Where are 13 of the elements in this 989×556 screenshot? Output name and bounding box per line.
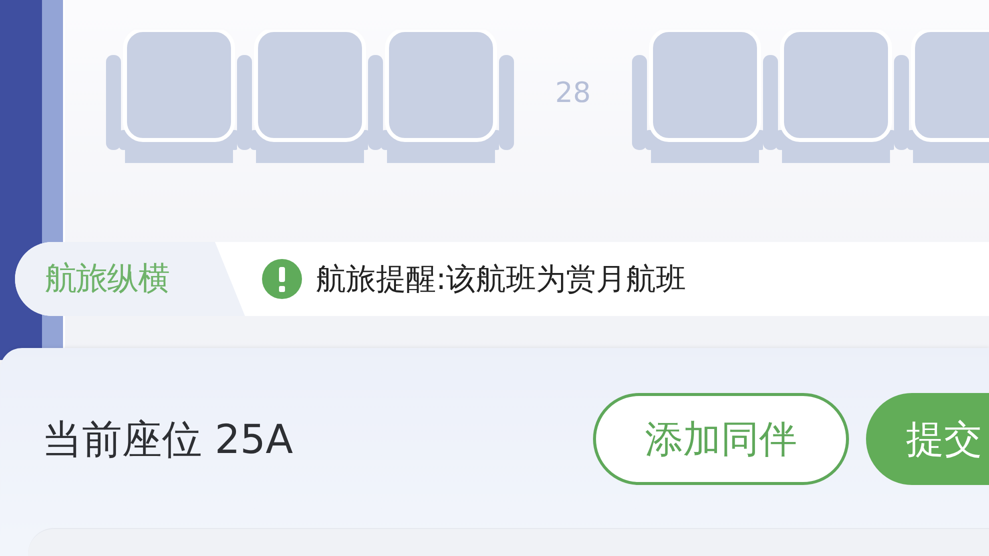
seat[interactable] xyxy=(368,30,499,165)
add-companion-button[interactable]: 添加同伴 xyxy=(593,393,849,485)
notice-text: 航旅提醒:该航班为赏月航班 xyxy=(316,260,686,298)
row-number: 28 xyxy=(554,76,592,109)
submit-button[interactable]: 提交 xyxy=(866,393,989,485)
seat[interactable] xyxy=(894,30,989,165)
seat[interactable] xyxy=(237,30,368,165)
seat[interactable] xyxy=(106,30,237,165)
seat[interactable] xyxy=(763,30,894,165)
seat[interactable] xyxy=(632,30,763,165)
brand-logo: 航旅纵横 xyxy=(15,242,245,316)
alert-icon xyxy=(262,259,302,299)
current-seat-label: 当前座位 25A xyxy=(42,416,294,464)
